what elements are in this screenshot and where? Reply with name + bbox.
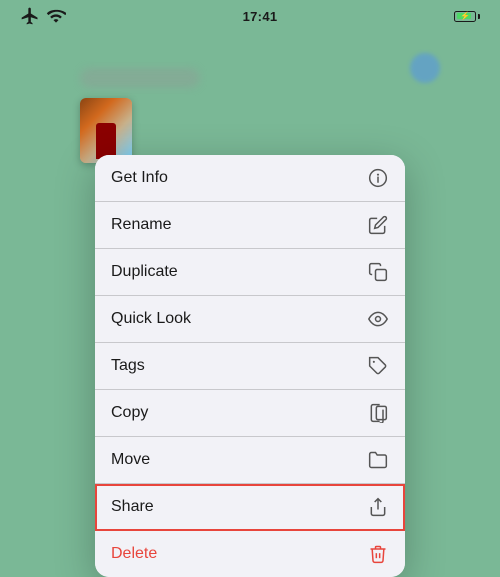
info-circle-icon — [367, 167, 389, 189]
trash-icon — [367, 543, 389, 565]
menu-item-move[interactable]: Move — [95, 437, 405, 484]
context-menu: Get Info Rename Duplicate — [95, 155, 405, 577]
tag-icon — [367, 355, 389, 377]
airplane-icon — [20, 6, 40, 26]
menu-label-share: Share — [111, 498, 154, 516]
menu-label-quick-look: Quick Look — [111, 310, 191, 328]
copy-icon — [367, 402, 389, 424]
menu-item-rename[interactable]: Rename — [95, 202, 405, 249]
menu-label-duplicate: Duplicate — [111, 263, 178, 281]
blurred-text — [80, 68, 200, 88]
pencil-icon — [367, 214, 389, 236]
duplicate-icon — [367, 261, 389, 283]
file-thumbnail — [80, 98, 132, 163]
status-right: ⚡ — [454, 11, 480, 22]
thumbnail-image — [80, 98, 132, 163]
menu-label-get-info: Get Info — [111, 169, 168, 187]
blue-dot — [410, 53, 440, 83]
battery-icon: ⚡ — [454, 11, 480, 22]
menu-label-copy: Copy — [111, 404, 148, 422]
folder-icon — [367, 449, 389, 471]
menu-label-delete: Delete — [111, 545, 157, 563]
status-time: 17:41 — [243, 9, 278, 24]
status-left — [20, 6, 66, 26]
menu-label-rename: Rename — [111, 216, 171, 234]
eye-icon — [367, 308, 389, 330]
menu-label-move: Move — [111, 451, 150, 469]
menu-item-copy[interactable]: Copy — [95, 390, 405, 437]
menu-item-tags[interactable]: Tags — [95, 343, 405, 390]
menu-item-share[interactable]: Share — [95, 484, 405, 531]
status-bar: 17:41 ⚡ — [0, 0, 500, 28]
menu-label-tags: Tags — [111, 357, 145, 375]
menu-item-duplicate[interactable]: Duplicate — [95, 249, 405, 296]
menu-item-get-info[interactable]: Get Info — [95, 155, 405, 202]
menu-item-delete[interactable]: Delete — [95, 531, 405, 577]
share-icon — [367, 496, 389, 518]
wifi-icon — [46, 6, 66, 26]
menu-item-quick-look[interactable]: Quick Look — [95, 296, 405, 343]
